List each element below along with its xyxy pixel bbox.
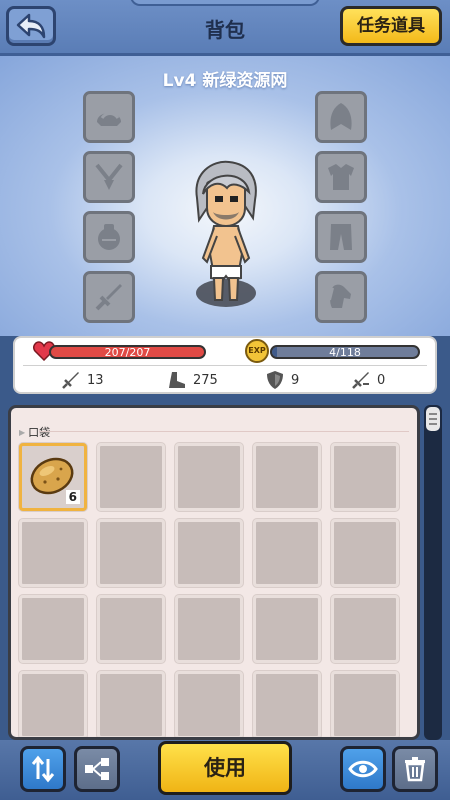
- pants-slot[interactable]: [315, 211, 367, 263]
- boot-icon: [169, 372, 185, 388]
- inventory-cell[interactable]: [175, 443, 243, 511]
- inventory-cell[interactable]: [175, 519, 243, 587]
- helmet-slot-icon: [97, 112, 121, 126]
- inventory-section-label: ▶ 口袋: [19, 424, 50, 440]
- inventory-panel: ▶ 口袋 6: [8, 405, 420, 740]
- exp-text: 4/118: [329, 346, 361, 359]
- item-count: 6: [65, 490, 80, 504]
- armor-slot[interactable]: [315, 151, 367, 203]
- view-button[interactable]: [340, 746, 386, 792]
- task-items-button[interactable]: 任务道具: [340, 6, 442, 46]
- attack-sword-icon: [62, 372, 79, 389]
- inventory-cell[interactable]: [19, 671, 87, 737]
- defense-stat: 9: [265, 370, 299, 390]
- use-button[interactable]: 使用: [158, 741, 292, 795]
- helmet-slot[interactable]: [83, 91, 135, 143]
- shield-icon: [267, 371, 283, 389]
- inventory-cell[interactable]: [97, 443, 165, 511]
- share-nodes-icon: [85, 758, 109, 780]
- triangle-icon: ▶: [19, 427, 26, 437]
- character-level-name: Lv4 新绿资源网: [162, 71, 288, 91]
- attack-stat: 13: [61, 370, 104, 390]
- weapon-slot[interactable]: [83, 271, 135, 323]
- inventory-cell[interactable]: [175, 595, 243, 663]
- delete-button[interactable]: [392, 746, 438, 792]
- share-button[interactable]: [74, 746, 120, 792]
- pocket-label: 口袋: [28, 426, 51, 439]
- speed-stat: 275: [167, 370, 218, 390]
- sword-slot-icon: [95, 284, 122, 311]
- inventory-cell[interactable]: [331, 443, 399, 511]
- bag-slot[interactable]: [83, 211, 135, 263]
- inventory-cell[interactable]: [253, 519, 321, 587]
- crit-stat: 0: [351, 370, 385, 390]
- bottom-bar: 使用: [0, 740, 450, 800]
- inventory-cell[interactable]: [97, 595, 165, 663]
- attack-value: 13: [87, 372, 104, 388]
- inventory-scrollbar[interactable]: [424, 405, 442, 740]
- bag-slot-icon: [98, 224, 120, 250]
- stats-divider: [23, 365, 427, 366]
- inventory-cell[interactable]: [331, 595, 399, 663]
- cloak-slot-icon: [330, 103, 352, 130]
- hp-bar: 207/207: [49, 345, 206, 359]
- trash-icon: [405, 757, 425, 782]
- top-bar: 背包 任务道具: [0, 0, 450, 56]
- top-bar-tab-decoration: [130, 0, 320, 6]
- pants-slot-icon: [330, 224, 352, 250]
- exp-badge-icon: EXP: [245, 339, 269, 363]
- sort-button[interactable]: [20, 746, 66, 792]
- armor-slot-icon: [328, 164, 354, 190]
- inventory-cell[interactable]: [253, 595, 321, 663]
- scrollbar-thumb[interactable]: [426, 407, 440, 431]
- pet-slot[interactable]: [315, 271, 367, 323]
- inventory-cell[interactable]: 6: [19, 443, 87, 511]
- inventory-cell[interactable]: [175, 671, 243, 737]
- sort-arrows-icon: [31, 755, 55, 783]
- exp-bar: 4/118: [270, 345, 420, 359]
- cloak-slot[interactable]: [315, 91, 367, 143]
- hp-text: 207/207: [104, 346, 151, 359]
- stats-panel: 207/207 EXP 4/118 13 275 9 0: [13, 336, 437, 394]
- defense-value: 9: [291, 372, 300, 388]
- pet-slot-icon: [329, 284, 351, 308]
- inventory-cell[interactable]: [331, 519, 399, 587]
- inventory-cell[interactable]: [97, 519, 165, 587]
- eye-icon: [348, 760, 378, 778]
- character-panel: Lv4 新绿资源网: [0, 56, 450, 336]
- inventory-divider: [39, 431, 409, 432]
- amulet-slot-icon: [95, 163, 123, 190]
- amulet-slot[interactable]: [83, 151, 135, 203]
- speed-value: 275: [193, 372, 218, 388]
- character-avatar: [195, 160, 257, 301]
- crit-sword-icon: [352, 372, 369, 389]
- crit-value: 0: [377, 372, 386, 388]
- inventory-cell[interactable]: [253, 443, 321, 511]
- inventory-cell[interactable]: [97, 671, 165, 737]
- inventory-cell[interactable]: [19, 519, 87, 587]
- inventory-cell[interactable]: [253, 671, 321, 737]
- inventory-cell[interactable]: [19, 595, 87, 663]
- inventory-cell[interactable]: [331, 671, 399, 737]
